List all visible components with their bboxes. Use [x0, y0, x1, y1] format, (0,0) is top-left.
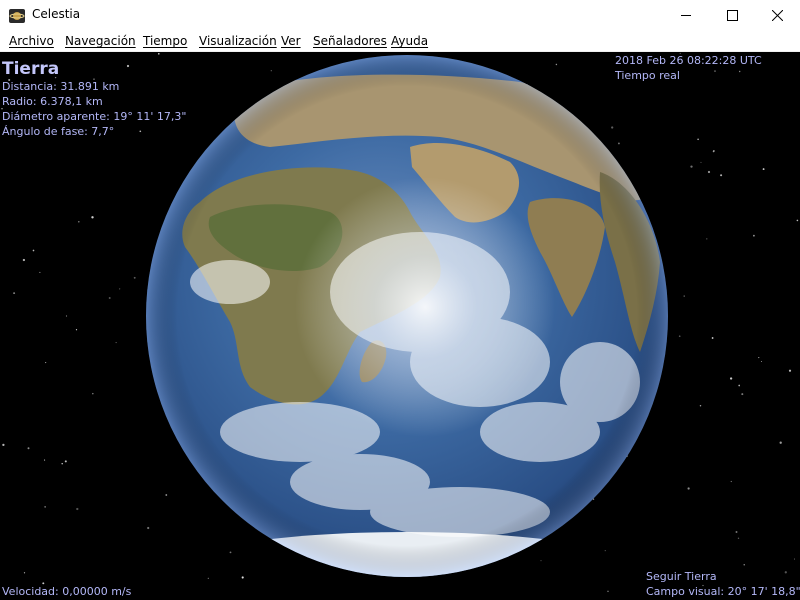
- celestia-app-icon: [9, 8, 25, 23]
- datetime-readout: 2018 Feb 26 08:22:28 UTC: [615, 54, 762, 67]
- minimize-button[interactable]: [663, 0, 709, 31]
- title-bar[interactable]: Celestia: [0, 0, 800, 31]
- menu-visualizacion[interactable]: Visualización: [199, 34, 277, 48]
- time-mode-readout: Tiempo real: [615, 69, 680, 82]
- field-of-view-readout: Campo visual: 20° 17' 18,8": [646, 585, 800, 598]
- apparent-diameter-readout: Diámetro aparente: 19° 11' 17,3": [2, 110, 187, 123]
- menu-navegacion[interactable]: Navegación: [65, 34, 136, 48]
- follow-readout: Seguir Tierra: [646, 570, 717, 583]
- menu-ver[interactable]: Ver: [281, 34, 301, 48]
- render-viewport[interactable]: Tierra Distancia: 31.891 km Radio: 6.378…: [0, 52, 800, 600]
- menu-archivo[interactable]: Archivo: [9, 34, 54, 48]
- velocity-panel: Velocidad: 0,00000 m/s: [2, 584, 131, 599]
- minimize-icon: [681, 15, 691, 16]
- close-button[interactable]: [754, 0, 800, 31]
- time-info-panel: 2018 Feb 26 08:22:28 UTC Tiempo real: [615, 53, 762, 83]
- menu-senaladores[interactable]: Señaladores: [313, 34, 387, 48]
- maximize-button[interactable]: [709, 0, 755, 31]
- close-icon: [772, 10, 783, 21]
- object-name: Tierra: [2, 59, 60, 79]
- velocity-readout: Velocidad: 0,00000 m/s: [2, 585, 132, 598]
- maximize-icon: [727, 10, 738, 21]
- view-info-panel: Seguir Tierra Campo visual: 20° 17' 18,8…: [646, 569, 800, 599]
- menu-bar: Archivo Navegación Tiempo Visualización …: [0, 31, 800, 52]
- object-info-panel: Tierra Distancia: 31.891 km Radio: 6.378…: [2, 59, 186, 139]
- phase-angle-readout: Ángulo de fase: 7,7°: [2, 125, 115, 138]
- menu-ayuda[interactable]: Ayuda: [391, 34, 428, 48]
- radius-readout: Radio: 6.378,1 km: [2, 95, 103, 108]
- window-title: Celestia: [32, 7, 81, 21]
- menu-tiempo[interactable]: Tiempo: [143, 34, 187, 48]
- distance-readout: Distancia: 31.891 km: [2, 80, 120, 93]
